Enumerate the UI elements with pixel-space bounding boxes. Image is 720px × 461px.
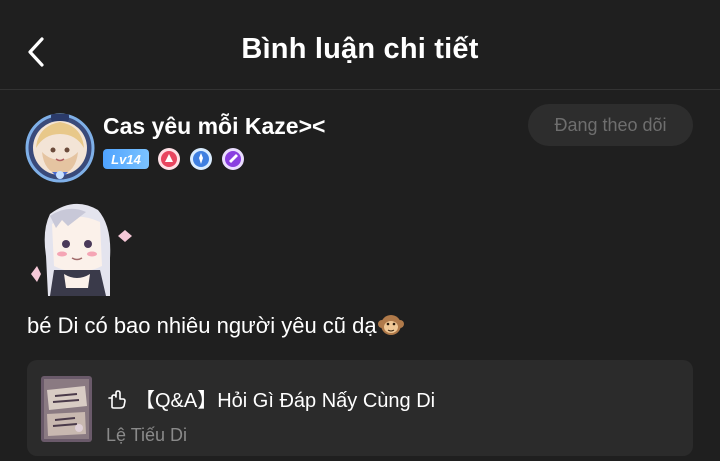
sticker-image bbox=[28, 196, 138, 298]
badge-row: Lv14 bbox=[103, 147, 245, 171]
red-medal-icon[interactable] bbox=[157, 147, 181, 171]
reference-title: 【Q&A】Hỏi Gì Đáp Nấy Cùng Di bbox=[135, 390, 436, 412]
book-cover bbox=[41, 376, 92, 442]
monkey-icon bbox=[377, 315, 404, 335]
reference-card[interactable]: 【Q&A】Hỏi Gì Đáp Nấy Cùng Di Lệ Tiếu Di bbox=[27, 360, 693, 456]
username[interactable]: Cas yêu mỗi Kaze>< bbox=[103, 113, 325, 140]
reference-title-row: 【Q&A】Hỏi Gì Đáp Nấy Cùng Di bbox=[105, 384, 435, 413]
purple-medal-icon[interactable] bbox=[221, 147, 245, 171]
header-bar: Bình luận chi tiết bbox=[0, 0, 720, 90]
comment-text: bé Di có bao nhiêu người yêu cũ dạ bbox=[27, 313, 377, 338]
level-badge: Lv14 bbox=[103, 149, 149, 169]
avatar[interactable] bbox=[24, 112, 96, 184]
reference-author: Lệ Tiếu Di bbox=[106, 425, 188, 445]
hand-icon bbox=[108, 389, 126, 409]
avatar-frame bbox=[25, 113, 95, 183]
page-title: Bình luận chi tiết bbox=[241, 33, 479, 65]
comment-body: bé Di có bao nhiêu người yêu cũ dạ bbox=[27, 312, 404, 339]
blue-medal-icon[interactable] bbox=[189, 147, 213, 171]
follow-button[interactable]: Đang theo dõi bbox=[528, 104, 693, 146]
